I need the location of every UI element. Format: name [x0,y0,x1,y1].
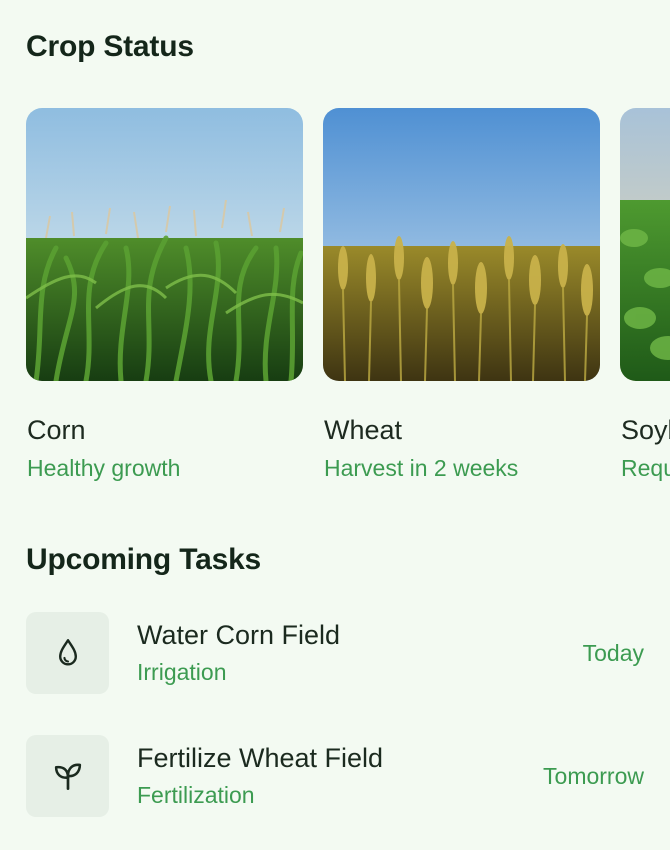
task-title: Water Corn Field [137,620,341,650]
crop-name: Soybeans [621,415,670,445]
corn-field-photo [26,108,303,381]
task-due: Today [582,640,644,666]
task-title: Fertilize Wheat Field [137,743,384,773]
crop-status-title: Crop Status [26,30,194,63]
crop-name: Wheat [324,415,403,445]
crop-name: Corn [27,415,86,445]
crop-dashboard: Crop Status Corn Healthy growth Wheat Ha… [0,0,670,850]
task-category: Fertilization [137,782,255,808]
task-item-water-corn[interactable]: Water Corn Field Irrigation Today [26,612,646,694]
task-category: Irrigation [137,659,227,685]
crop-status: Requires attention [621,455,670,481]
soybean-field-photo [620,108,670,381]
crop-card-wheat[interactable]: Wheat Harvest in 2 weeks [323,108,600,481]
crop-status: Harvest in 2 weeks [324,455,519,481]
upcoming-tasks-title: Upcoming Tasks [26,543,262,576]
crop-card-corn[interactable]: Corn Healthy growth [26,108,303,481]
task-icon-tile [26,735,109,817]
wheat-field-photo [323,108,600,381]
crop-carousel[interactable]: Corn Healthy growth Wheat Harvest in 2 w… [26,108,670,498]
crop-status: Healthy growth [27,455,181,481]
task-due: Tomorrow [543,763,644,789]
task-icon-tile [26,612,109,694]
water-drop-icon [58,639,77,666]
crop-card-soybeans[interactable]: Soybeans Requires attention [620,108,670,481]
sprout-icon [54,763,81,791]
task-item-fertilize-wheat[interactable]: Fertilize Wheat Field Fertilization Tomo… [26,735,646,817]
